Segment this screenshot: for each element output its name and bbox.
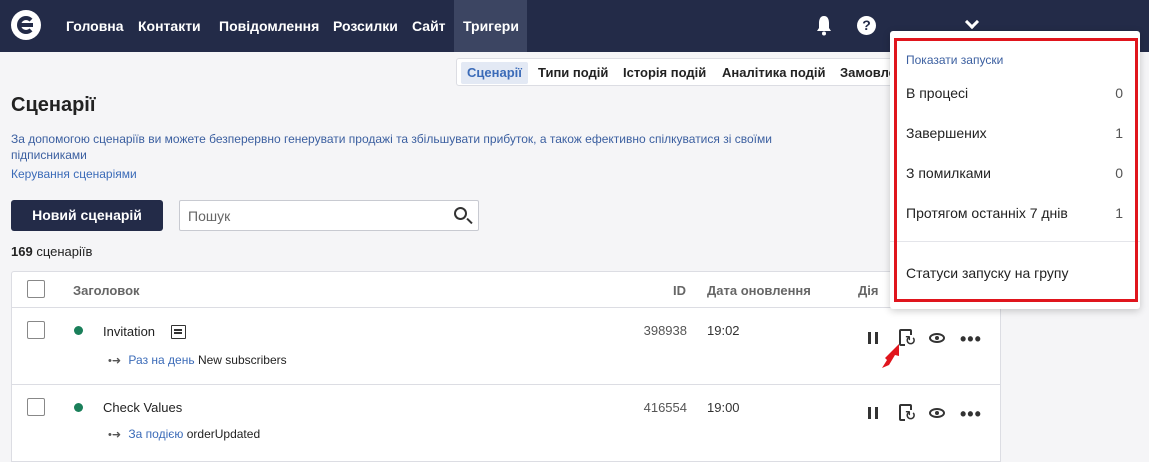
bell-icon[interactable] [815,14,833,36]
trigger-arrow-icon: •➜ [108,429,122,441]
red-arrow-annotation [882,344,899,368]
page-description: За допомогою сценаріїв ви можете безпере… [11,132,772,162]
launch-history-icon[interactable] [899,404,916,422]
row-id: 416554 [643,400,687,415]
table-header: Заголовок ID Дата оновлення Дія [12,272,1000,308]
dropdown-item-in-progress[interactable]: В процесі 0 [906,85,1123,101]
dropdown-item-count: 1 [1115,205,1123,221]
dropdown-item-label: В процесі [906,85,969,101]
dropdown-item-label: З помилками [906,165,991,181]
row-checkbox[interactable] [27,321,45,339]
dropdown-item-group-statuses[interactable]: Статуси запуску на групу [906,265,1123,281]
dropdown-item-last-7-days[interactable]: Протягом останніх 7 днів 1 [906,205,1123,221]
search-box [179,200,479,231]
row-title[interactable]: Check Values [103,400,182,415]
tab-event-history[interactable]: Історія подій [617,62,712,84]
column-title[interactable]: Заголовок [73,283,140,298]
trigger-type: За подією [128,427,184,441]
page-title: Сценарії [11,94,96,116]
trigger-value: New subscribers [197,353,287,367]
select-all-checkbox[interactable] [27,280,45,298]
row-date: 19:00 [707,400,740,415]
dropdown-item-completed[interactable]: Завершених 1 [906,125,1123,141]
column-date[interactable]: Дата оновлення [707,283,811,298]
nav-item-messages[interactable]: Повідомлення [210,0,328,52]
scenario-count-number: 169 [11,244,33,259]
nav-item-campaigns[interactable]: Розсилки [324,0,407,52]
help-icon[interactable]: ? [857,16,876,35]
row-title[interactable]: Invitation [103,324,155,339]
row-date: 19:02 [707,323,740,338]
column-action: Дія [858,283,879,298]
logo-icon[interactable] [11,10,41,40]
trigger-value: orderUpdated [186,427,261,441]
dropdown-item-label: Завершених [906,125,987,141]
nav-item-home[interactable]: Головна [57,0,133,52]
table-row: Invitation •➜ Раз на день New subscriber… [12,308,1000,385]
tab-scenarios[interactable]: Сценарії [461,62,528,84]
tab-event-types[interactable]: Типи подій [532,62,614,84]
dropdown-divider [890,241,1140,242]
scenario-count: 169 сценаріїв [11,244,92,259]
eye-icon[interactable] [929,408,945,418]
row-trigger: •➜ Раз на день New subscribers [108,353,287,367]
manage-scenarios-link[interactable]: Керування сценаріями [11,167,137,181]
dropdown-item-count: 1 [1115,125,1123,141]
chevron-down-icon[interactable] [964,14,980,30]
trigger-type: Раз на день [128,353,195,367]
tab-event-analytics[interactable]: Аналітика подій [716,62,832,84]
nav-item-contacts[interactable]: Контакти [129,0,210,52]
scenarios-table: Заголовок ID Дата оновлення Дія Invitati… [11,271,1001,462]
dropdown-item-count: 0 [1115,165,1123,181]
row-checkbox[interactable] [27,398,45,416]
note-icon[interactable] [171,325,186,339]
trigger-arrow-icon: •➜ [108,355,122,367]
search-icon[interactable] [454,207,467,220]
dropdown-item-count: 0 [1115,85,1123,101]
scenario-count-label: сценаріїв [36,244,93,259]
search-input[interactable] [188,207,438,225]
status-active-dot [74,326,83,335]
table-row: Check Values •➜ За подією orderUpdated 4… [12,385,1000,462]
more-icon[interactable]: ••• [960,405,982,423]
row-id: 398938 [643,323,687,338]
dropdown-item-label: Протягом останніх 7 днів [906,205,1068,221]
dropdown-header: Показати запуски [906,53,1004,67]
more-icon[interactable]: ••• [960,330,982,348]
new-scenario-button[interactable]: Новий сценарій [11,200,163,231]
sub-navigation: Сценарії Типи подій Історія подій Аналіт… [456,58,896,86]
nav-item-triggers[interactable]: Тригери [454,0,527,52]
row-trigger: •➜ За подією orderUpdated [108,427,260,441]
pause-icon[interactable] [868,407,878,419]
eye-icon[interactable] [929,333,945,343]
nav-item-site[interactable]: Сайт [403,0,455,52]
dropdown-item-errors[interactable]: З помилками 0 [906,165,1123,181]
launches-dropdown: Показати запуски В процесі 0 Завершених … [890,31,1140,309]
column-id[interactable]: ID [673,283,686,298]
status-active-dot [74,403,83,412]
